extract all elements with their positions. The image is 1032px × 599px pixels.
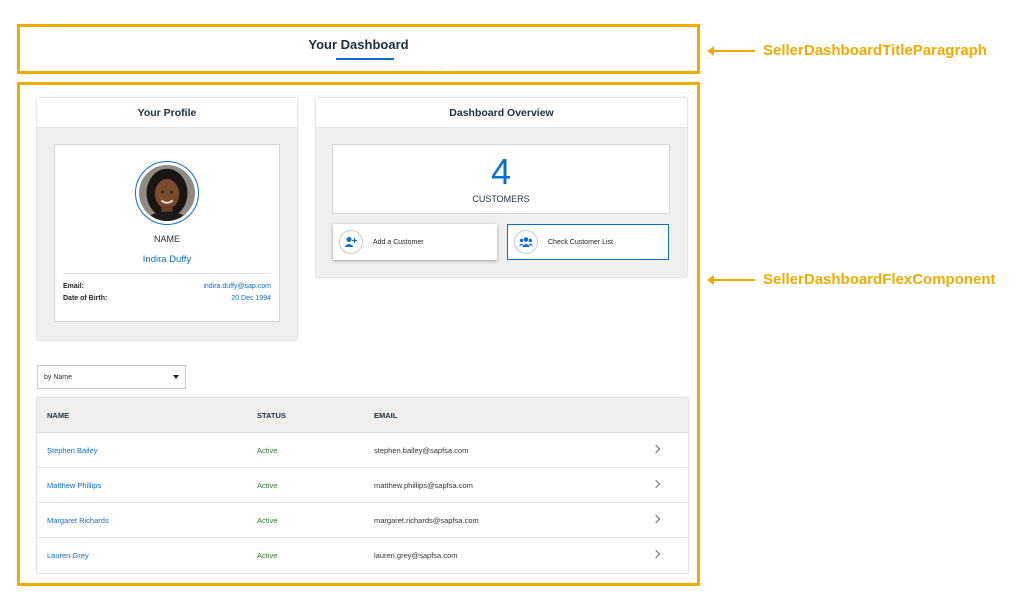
callout-label: SellerDashboardTitleParagraph [763, 42, 987, 59]
profile-panel: Your Profile NAME Indira Duffy Email: in… [37, 98, 297, 340]
profile-card: NAME Indira Duffy Email: indira.duffy@sa… [54, 144, 280, 322]
cell-name: Stephen Bailey [47, 446, 98, 455]
cell-status: Active [257, 481, 278, 490]
cell-status: Active [257, 551, 278, 560]
seller-dashboard-title-paragraph: Your Dashboard [17, 24, 700, 74]
table-row[interactable]: Matthew Phillips Active matthew.phillips… [37, 468, 688, 503]
arrow-left-icon [707, 274, 755, 285]
chevron-right-icon [651, 444, 661, 454]
dob-row: Date of Birth: 20 Dec 1994 [63, 295, 271, 302]
decorative-dot [441, 68, 442, 69]
dob-value: 20 Dec 1994 [231, 295, 271, 302]
cell-status: Active [257, 446, 278, 455]
cell-email: lauren.grey@sapfsa.com [374, 551, 458, 560]
column-header-name: NAME [47, 411, 70, 420]
email-label: Email: [63, 283, 85, 290]
cell-email: stephen.bailey@sapfsa.com [374, 446, 469, 455]
group-icon [514, 230, 538, 254]
cell-email: margaret.richards@sapfsa.com [374, 516, 479, 525]
customer-count: 4 [490, 151, 512, 192]
check-customer-list-label: Check Customer List [548, 238, 613, 246]
cell-email: matthew.phillips@sapfsa.com [374, 481, 473, 490]
dob-label: Date of Birth: [63, 295, 108, 302]
name-label: NAME [153, 234, 180, 244]
cell-name: Matthew Phillips [47, 481, 102, 490]
profile-name: Indira Duffy [142, 254, 192, 265]
arrow-left-icon [707, 45, 755, 56]
callout-flex-component: SellerDashboardFlexComponent [707, 271, 996, 288]
overview-panel-title: Dashboard Overview [316, 98, 687, 128]
customer-count-card: 4 CUSTOMERS [332, 144, 670, 214]
sort-select-value: by Name [44, 373, 73, 381]
caret-down-icon [173, 375, 179, 379]
divider [63, 273, 271, 274]
chevron-right-icon [651, 514, 661, 524]
add-customer-label: Add a Customer [373, 238, 424, 246]
customer-table: NAME STATUS EMAIL Stephen Bailey Active … [37, 398, 688, 573]
column-header-status: STATUS [257, 411, 286, 420]
customer-count-label: CUSTOMERS [472, 194, 530, 204]
cell-name: Margaret Richards [47, 516, 109, 525]
callout-title-paragraph: SellerDashboardTitleParagraph [707, 42, 987, 59]
table-row[interactable]: Lauren Grey Active lauren.grey@sapfsa.co… [37, 538, 688, 573]
cell-name: Lauren Grey [47, 551, 89, 560]
sort-select[interactable]: by Name [37, 365, 186, 389]
add-user-icon [339, 230, 363, 254]
cell-status: Active [257, 516, 278, 525]
check-customer-list-button[interactable]: Check Customer List [507, 224, 669, 260]
callout-label: SellerDashboardFlexComponent [763, 271, 996, 288]
chevron-right-icon [651, 479, 661, 489]
email-value[interactable]: indira.duffy@sap.com [203, 283, 271, 290]
chevron-right-icon [651, 549, 661, 559]
avatar [135, 161, 199, 225]
title-underline [336, 58, 394, 60]
table-row[interactable]: Stephen Bailey Active stephen.bailey@sap… [37, 433, 688, 468]
avatar-image [139, 165, 195, 221]
column-header-email: EMAIL [374, 411, 398, 420]
email-row: Email: indira.duffy@sap.com [63, 283, 271, 290]
table-header: NAME STATUS EMAIL [37, 398, 688, 433]
table-row[interactable]: Margaret Richards Active margaret.richar… [37, 503, 688, 538]
page-title: Your Dashboard [308, 37, 409, 52]
add-customer-button[interactable]: Add a Customer [333, 224, 497, 260]
overview-panel: Dashboard Overview 4 CUSTOMERS Add a Cus… [316, 98, 687, 277]
profile-panel-title: Your Profile [37, 98, 297, 128]
